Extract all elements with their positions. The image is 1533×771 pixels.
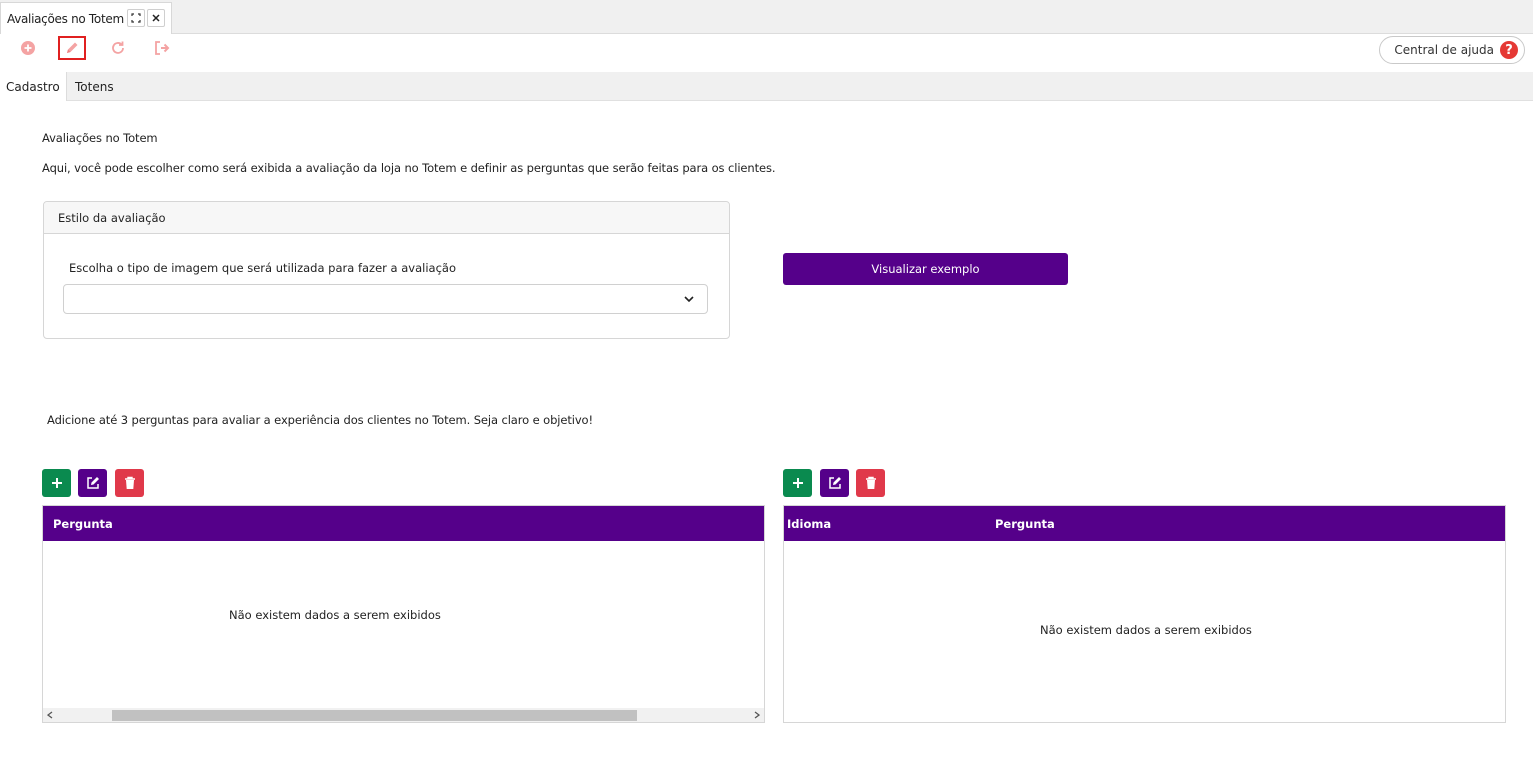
plus-icon	[792, 478, 803, 488]
help-center-label: Central de ajuda	[1394, 43, 1494, 57]
page-description: Aqui, você pode escolher como será exibi…	[42, 161, 776, 175]
exit-button[interactable]	[149, 36, 177, 60]
close-icon[interactable]	[147, 9, 165, 27]
help-center-button[interactable]: Central de ajuda ?	[1379, 36, 1525, 64]
delete-translation-button[interactable]	[856, 469, 885, 497]
chevron-down-icon	[684, 296, 694, 303]
delete-question-button[interactable]	[115, 469, 144, 497]
column-header-idioma[interactable]: Idioma	[787, 506, 831, 541]
add-question-button[interactable]	[42, 469, 71, 497]
empty-message: Não existem dados a serem exibidos	[229, 608, 441, 622]
exit-icon	[155, 41, 170, 55]
help-icon: ?	[1500, 41, 1518, 59]
pencil-icon	[67, 42, 78, 53]
questions-grid: Pergunta Não existem dados a serem exibi…	[42, 505, 765, 723]
edit-button[interactable]	[58, 36, 86, 60]
document-tab-title: Avaliações no Totem	[7, 11, 124, 26]
column-header-pergunta[interactable]: Pergunta	[53, 506, 113, 541]
page-title: Avaliações no Totem	[42, 131, 158, 145]
questions-hint: Adicione até 3 perguntas para avaliar a …	[47, 413, 594, 427]
questions-grid-header: Pergunta	[43, 506, 764, 541]
maximize-icon[interactable]	[127, 9, 145, 27]
scrollbar-thumb[interactable]	[112, 710, 637, 721]
style-panel: Estilo da avaliação Escolha o tipo de im…	[43, 201, 730, 339]
plus-circle-icon	[21, 41, 35, 55]
tab-cadastro[interactable]: Cadastro	[0, 72, 67, 101]
sub-tabs: Cadastro Totens	[0, 72, 1533, 101]
toolbar: Central de ajuda ?	[0, 34, 1533, 72]
add-translation-button[interactable]	[783, 469, 812, 497]
add-button[interactable]	[14, 36, 42, 60]
refresh-button[interactable]	[104, 36, 132, 60]
horizontal-scrollbar[interactable]	[43, 708, 764, 722]
scroll-right-icon[interactable]	[750, 708, 764, 722]
document-tab[interactable]: Avaliações no Totem	[0, 2, 172, 34]
translations-grid-header: Idioma Pergunta	[784, 506, 1505, 541]
empty-message: Não existem dados a serem exibidos	[1040, 623, 1252, 637]
scroll-left-icon[interactable]	[43, 708, 57, 722]
edit-icon	[86, 477, 99, 489]
refresh-icon	[112, 41, 124, 54]
image-type-select[interactable]	[63, 284, 708, 314]
trash-icon	[124, 476, 135, 489]
document-tab-strip: Avaliações no Totem	[0, 0, 1533, 34]
trash-icon	[865, 476, 876, 489]
edit-translation-button[interactable]	[820, 469, 849, 497]
plus-icon	[51, 478, 62, 488]
image-type-label: Escolha o tipo de imagem que será utiliz…	[69, 261, 456, 275]
tab-totens[interactable]: Totens	[69, 72, 120, 101]
preview-example-button[interactable]: Visualizar exemplo	[783, 253, 1068, 285]
column-header-pergunta[interactable]: Pergunta	[995, 506, 1055, 541]
edit-question-button[interactable]	[78, 469, 107, 497]
style-panel-header: Estilo da avaliação	[44, 202, 729, 234]
translations-grid: Idioma Pergunta Não existem dados a sere…	[783, 505, 1506, 723]
edit-icon	[828, 477, 841, 489]
